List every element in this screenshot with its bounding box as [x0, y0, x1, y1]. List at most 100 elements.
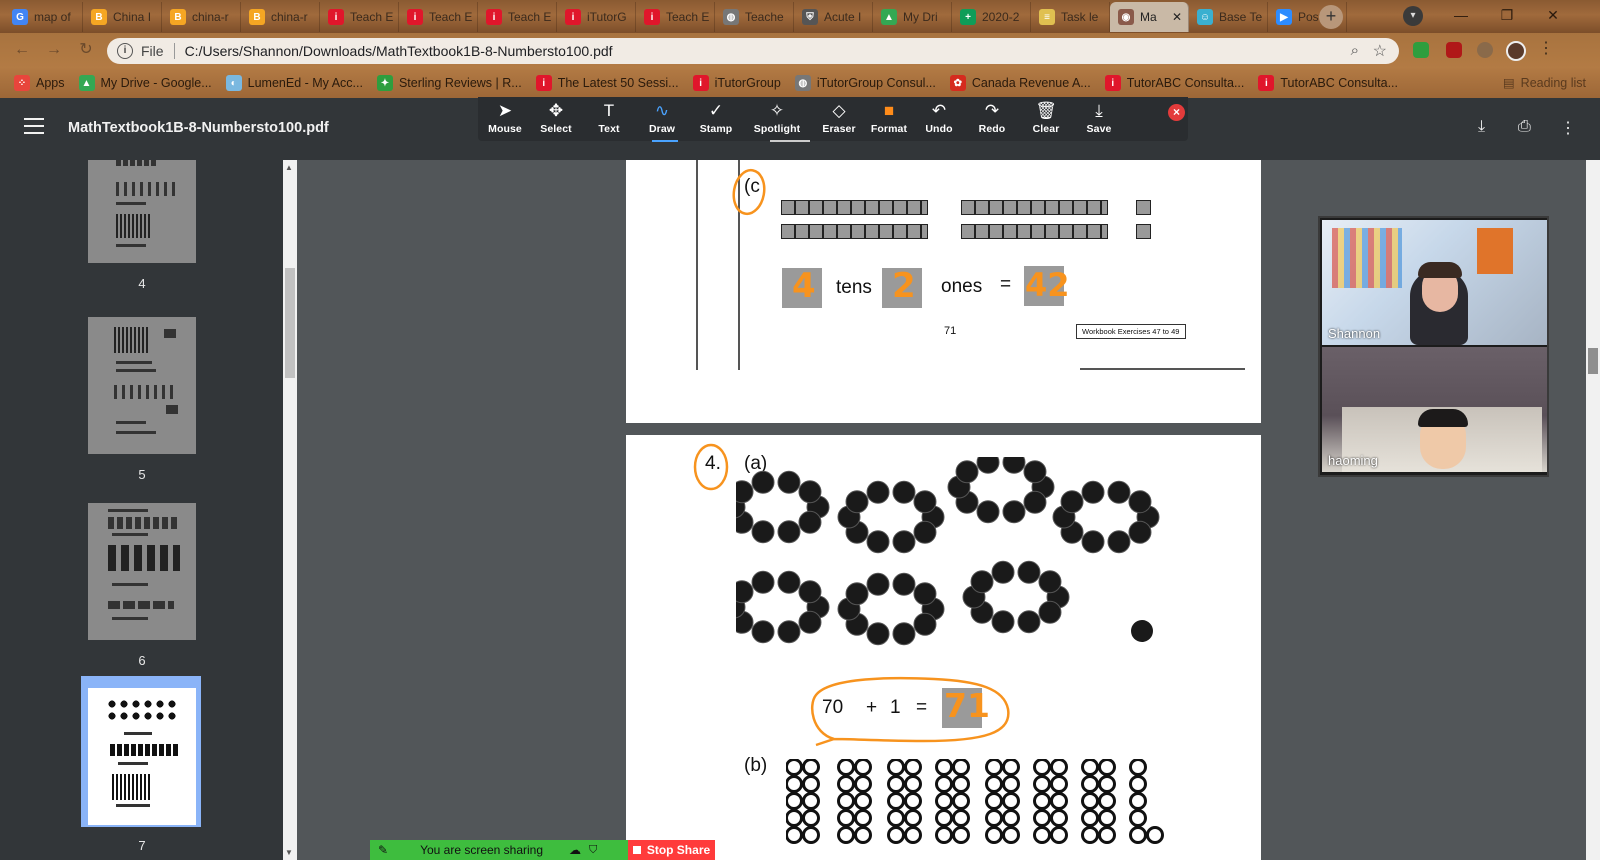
- bookmark-item[interactable]: i The Latest 50 Sessi...: [535, 75, 679, 91]
- tool-format[interactable]: ■ Format: [862, 99, 916, 135]
- sidebar-scrollbar-thumb[interactable]: [285, 268, 295, 378]
- tab-12[interactable]: +2020-2: [952, 2, 1031, 32]
- tool-text[interactable]: T Text: [582, 99, 636, 135]
- close-tab-icon[interactable]: ✕: [1172, 10, 1182, 24]
- participant-tile[interactable]: haoming: [1322, 347, 1547, 472]
- tab-6[interactable]: i Teach E: [478, 2, 557, 32]
- bookmark-item[interactable]: i TutorABC Consulta...: [1258, 75, 1398, 91]
- tool-stamp[interactable]: ✓ Stamp: [689, 99, 743, 135]
- tab-title: china-r: [192, 10, 229, 24]
- bookmark-item[interactable]: ✦ Sterling Reviews | R...: [376, 75, 522, 91]
- forward-icon[interactable]: →: [44, 40, 64, 60]
- thumbnail-image: [88, 317, 196, 454]
- bookmark-item[interactable]: i iTutorGroup: [692, 75, 781, 91]
- restore-button[interactable]: ❐: [1484, 0, 1530, 32]
- tab-15[interactable]: ☺ Base Te: [1189, 2, 1268, 32]
- share-status[interactable]: ✎ You are screen sharing ☁ ⛉: [370, 840, 628, 860]
- tab-4[interactable]: i Teach E: [320, 2, 399, 32]
- tab-title: Teache: [745, 10, 784, 24]
- tool-select[interactable]: ✥ Select: [529, 99, 583, 135]
- tool-clear[interactable]: 🗑 Clear: [1019, 99, 1073, 135]
- tool-mouse[interactable]: ➤ Mouse: [478, 99, 532, 135]
- counter: [1098, 826, 1116, 844]
- print-icon[interactable]: ⎙: [1518, 118, 1531, 136]
- document-scrollbar[interactable]: [1586, 160, 1600, 860]
- tab-11[interactable]: ▲ My Dri: [873, 2, 952, 32]
- tab-0[interactable]: Gmap of: [4, 2, 83, 32]
- scroll-up-arrow-icon[interactable]: ▲: [285, 163, 293, 172]
- thumbnail-page-4[interactable]: 4: [88, 160, 196, 291]
- tab-3[interactable]: Bchina-r: [241, 2, 320, 32]
- tab-8[interactable]: i Teach E: [636, 2, 715, 32]
- participant-tile[interactable]: Shannon: [1322, 220, 1547, 345]
- counter: [887, 826, 905, 844]
- bookmark-item[interactable]: i TutorABC Consulta...: [1104, 75, 1244, 91]
- tool-spotlight[interactable]: ✧ Spotlight: [750, 99, 804, 135]
- bookmark-item[interactable]: ◍ iTutorGroup Consul...: [794, 75, 936, 91]
- tab-13[interactable]: ≡ Task le: [1031, 2, 1110, 32]
- tab-10[interactable]: ⛨ Acute I: [794, 2, 873, 32]
- zoom-icon[interactable]: ⌕: [1351, 42, 1359, 59]
- wall-poster: [1477, 228, 1513, 274]
- url-text[interactable]: C:/Users/Shannon/Downloads/MathTextbook1…: [185, 43, 613, 59]
- tool-label: Format: [870, 123, 908, 135]
- extensions-puzzle-icon[interactable]: [1477, 42, 1493, 58]
- minimize-button[interactable]: —: [1438, 0, 1484, 32]
- thumbnail-page-5[interactable]: 5: [88, 317, 196, 482]
- download-icon[interactable]: ⤓: [1478, 118, 1485, 136]
- address-bar[interactable]: i File C:/Users/Shannon/Downloads/MathTe…: [107, 38, 1399, 64]
- reload-icon[interactable]: ↻: [76, 40, 96, 60]
- thumbnail-page-7[interactable]: 7: [88, 688, 196, 853]
- wall-art: [1332, 228, 1402, 288]
- tool-undo[interactable]: ↶ Undo: [912, 99, 966, 135]
- share-pin-icon[interactable]: ✎: [378, 843, 388, 857]
- tab-search-icon[interactable]: ▾: [1403, 6, 1423, 26]
- sidebar-scrollbar[interactable]: [283, 160, 297, 860]
- shield-icon: ⛉: [589, 843, 598, 856]
- total-answer-handwritten: 42: [1025, 266, 1070, 304]
- stop-share-button[interactable]: Stop Share: [628, 840, 715, 860]
- tool-save[interactable]: ⤓ Save: [1072, 99, 1126, 135]
- profile-avatar[interactable]: [1506, 41, 1526, 61]
- tool-draw[interactable]: ∿ Draw: [635, 99, 689, 135]
- counter: [1033, 759, 1051, 776]
- bookmark-item[interactable]: ✿ Canada Revenue A...: [949, 75, 1091, 91]
- ones-word: ones: [941, 276, 983, 297]
- counter: [935, 809, 953, 827]
- back-icon[interactable]: ←: [12, 40, 32, 60]
- apple-groups-illustration: [736, 457, 1160, 646]
- maple-leaf-icon: ✿: [949, 75, 966, 91]
- thumbnail-page-6[interactable]: 6: [88, 503, 196, 668]
- tab-title: Task le: [1061, 10, 1099, 24]
- tab-14[interactable]: ◉ Ma ✕: [1110, 2, 1189, 32]
- apple: [991, 560, 1015, 584]
- tab-1[interactable]: B China I: [83, 2, 162, 32]
- counter: [1050, 809, 1068, 827]
- tab-2[interactable]: Bchina-r: [162, 2, 241, 32]
- bookmark-item[interactable]: ⁘ Apps: [14, 75, 65, 91]
- tab-7[interactable]: i iTutorG: [557, 2, 636, 32]
- info-icon[interactable]: i: [117, 43, 133, 59]
- bookmark-item[interactable]: ◐ LumenEd - My Acc...: [225, 75, 363, 91]
- tab-9[interactable]: ◍ Teache: [715, 2, 794, 32]
- close-window-button[interactable]: ✕: [1530, 0, 1576, 32]
- browser-menu-icon[interactable]: ⋮: [1538, 41, 1554, 58]
- scroll-down-arrow-icon[interactable]: ▼: [285, 848, 293, 857]
- more-actions-icon[interactable]: ⋮: [1560, 118, 1576, 138]
- document-scrollbar-thumb[interactable]: [1588, 348, 1598, 374]
- tool-eraser[interactable]: ◇ Eraser: [812, 99, 866, 135]
- close-annotation-icon[interactable]: ×: [1168, 104, 1185, 121]
- bookmark-label: Sterling Reviews | R...: [398, 76, 522, 90]
- extension-evernote-icon[interactable]: [1413, 42, 1429, 58]
- reading-list-button[interactable]: ▤ Reading list: [1503, 75, 1586, 91]
- counter: [837, 759, 855, 776]
- bookmark-item[interactable]: ▲ My Drive - Google...: [78, 75, 212, 91]
- bookmark-star-icon[interactable]: ☆: [1373, 41, 1387, 61]
- extension-ublock-icon[interactable]: [1446, 42, 1462, 58]
- tab-title: Teach E: [666, 10, 710, 24]
- sidebar-menu-icon[interactable]: [24, 118, 44, 134]
- tool-redo[interactable]: ↷ Redo: [965, 99, 1019, 135]
- tab-title: Base Te: [1219, 10, 1263, 24]
- new-tab-button[interactable]: +: [1319, 5, 1343, 29]
- tab-5[interactable]: i Teach E: [399, 2, 478, 32]
